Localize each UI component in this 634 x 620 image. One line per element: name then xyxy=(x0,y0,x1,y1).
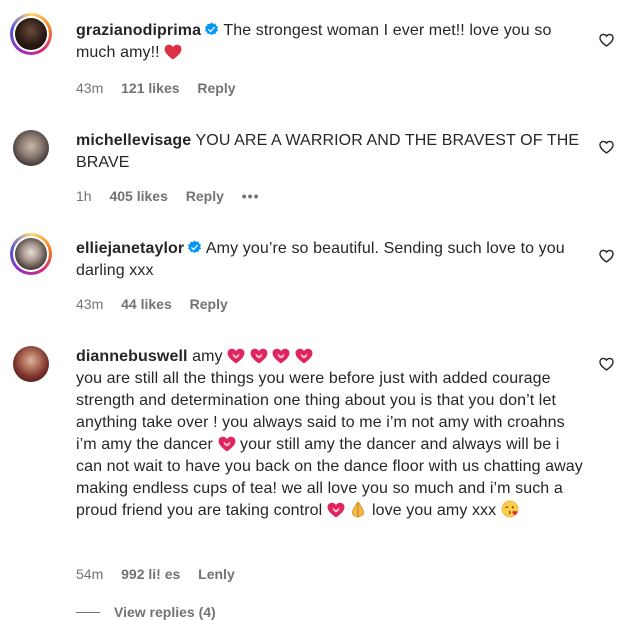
verified-badge-icon xyxy=(205,22,219,36)
comment-text: love you amy xxx xyxy=(367,502,501,519)
heart-with-ribbon-icon xyxy=(250,348,268,364)
comment-text-block: diannebuswell amy you are still all the … xyxy=(76,346,586,522)
comment-username[interactable]: diannebuswell xyxy=(76,348,188,365)
comment-time[interactable]: 43m xyxy=(76,296,103,312)
comment-meta: 43m 44 likes Reply xyxy=(76,295,242,313)
comment-text-block: elliejanetaylor Amy you’re so beautiful.… xyxy=(76,238,586,282)
avatar[interactable] xyxy=(10,13,52,55)
face-blowing-kiss-icon xyxy=(501,500,519,518)
heart-with-ribbon-icon xyxy=(327,502,345,518)
heart-with-ribbon-icon xyxy=(218,436,235,452)
comment-likes[interactable]: 405 likes xyxy=(109,188,167,204)
comment-meta: 43m 121 likes Reply xyxy=(76,79,250,97)
like-heart-outline-icon[interactable] xyxy=(599,357,614,371)
like-heart-outline-icon[interactable] xyxy=(599,33,614,47)
red-heart-icon xyxy=(164,44,182,60)
reply-button[interactable]: Lenly xyxy=(198,566,235,582)
reply-button[interactable]: Reply xyxy=(186,188,224,204)
heart-with-ribbon-icon xyxy=(272,348,290,364)
comment-likes[interactable]: 121 likes xyxy=(121,80,179,96)
comment-time[interactable]: 1h xyxy=(76,188,92,204)
comment-likes[interactable]: 992 li! es xyxy=(121,566,180,582)
divider xyxy=(76,612,100,613)
reply-button[interactable]: Reply xyxy=(190,296,228,312)
view-replies-button[interactable]: View replies (4) xyxy=(76,604,216,620)
more-options-icon[interactable]: ••• xyxy=(242,188,260,204)
comment-meta: 1h 405 likes Reply ••• xyxy=(76,187,273,205)
view-replies-label[interactable]: View replies (4) xyxy=(114,604,216,620)
verified-badge-icon xyxy=(188,240,202,254)
comment-time[interactable]: 54m xyxy=(76,566,103,582)
comment-meta: 54m 992 li! es Lenly xyxy=(76,565,249,583)
comment-text-block: grazianodiprima The strongest woman I ev… xyxy=(76,20,586,64)
comment-username[interactable]: elliejanetaylor xyxy=(76,240,184,257)
avatar[interactable] xyxy=(10,233,52,275)
comment-text-block: michellevisage YOU ARE A WARRIOR AND THE… xyxy=(76,130,586,174)
comment-username[interactable]: michellevisage xyxy=(76,132,191,149)
comment-time[interactable]: 43m xyxy=(76,80,103,96)
comment-username[interactable]: grazianodiprima xyxy=(76,22,201,39)
comment-text: amy xyxy=(187,348,228,365)
heart-with-ribbon-icon xyxy=(295,348,313,364)
reply-button[interactable]: Reply xyxy=(197,80,235,96)
folded-hands-icon xyxy=(352,501,365,518)
like-heart-outline-icon[interactable] xyxy=(599,140,614,154)
like-heart-outline-icon[interactable] xyxy=(599,249,614,263)
avatar[interactable] xyxy=(10,343,52,385)
avatar[interactable] xyxy=(10,127,52,169)
comment-likes[interactable]: 44 likes xyxy=(121,296,172,312)
heart-with-ribbon-icon xyxy=(227,348,245,364)
